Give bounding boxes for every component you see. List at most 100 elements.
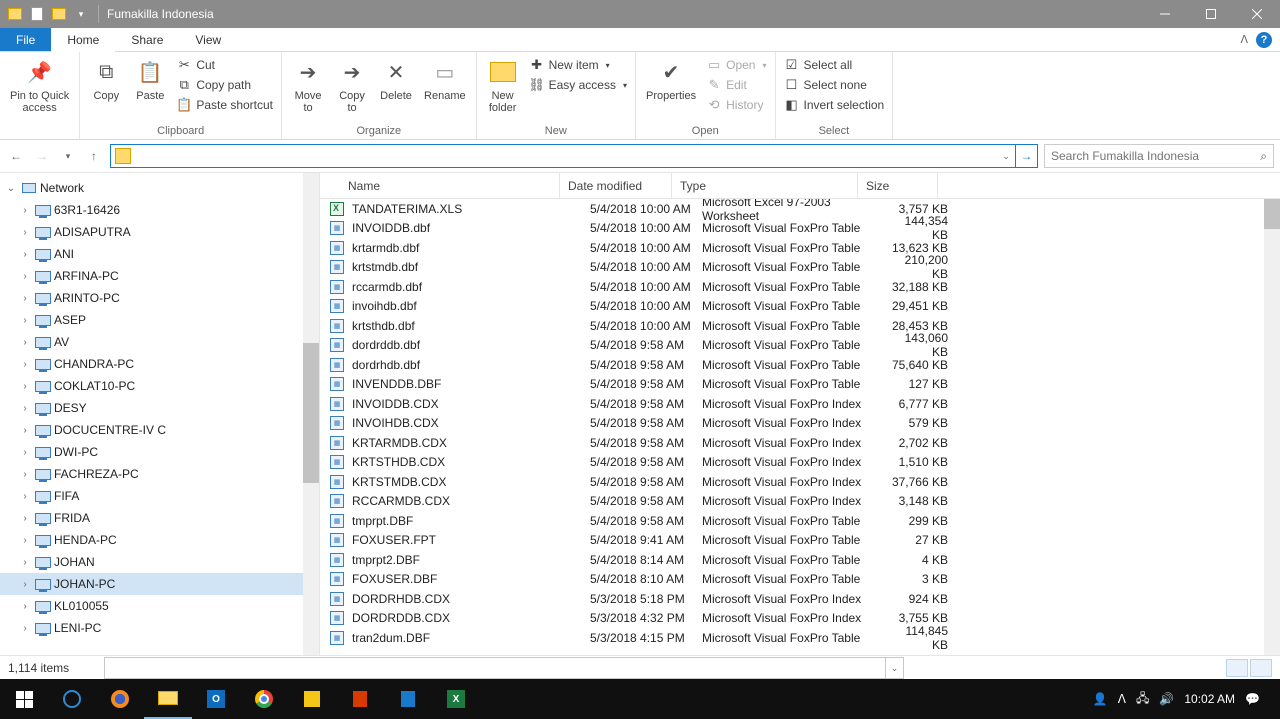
file-explorer-button[interactable] — [144, 679, 192, 719]
history-button[interactable]: ⟲History — [704, 96, 768, 114]
file-row[interactable]: ▦rccarmdb.dbf5/4/2018 10:00 AMMicrosoft … — [320, 277, 1280, 297]
select-none-button[interactable]: ☐Select none — [782, 76, 887, 94]
tree-item[interactable]: ›COKLAT10-PC — [0, 375, 319, 397]
details-view-button[interactable] — [1226, 659, 1248, 677]
tab-file[interactable]: File — [0, 28, 51, 51]
tree-item[interactable]: ›DWI-PC — [0, 441, 319, 463]
close-button[interactable] — [1234, 0, 1280, 28]
go-button[interactable]: → — [1015, 145, 1037, 167]
network-tray-icon[interactable]: 🖧 — [1136, 689, 1149, 710]
outlook-button[interactable]: O — [192, 679, 240, 719]
copy-button[interactable]: ⧉Copy — [86, 54, 126, 104]
search-box[interactable]: ⌕ — [1044, 144, 1274, 168]
file-row[interactable]: ▦KRTSTMDB.CDX5/4/2018 9:58 AMMicrosoft V… — [320, 472, 1280, 492]
delete-button[interactable]: ✕Delete — [376, 54, 416, 104]
chevron-down-icon[interactable]: ⌄ — [885, 658, 903, 678]
pin-to-quick-access-button[interactable]: 📌Pin to Quick access — [6, 54, 73, 116]
tab-home[interactable]: Home — [51, 29, 115, 52]
file-row[interactable]: ▦RCCARMDB.CDX5/4/2018 9:58 AMMicrosoft V… — [320, 492, 1280, 512]
file-row[interactable]: ▦krtstmdb.dbf5/4/2018 10:00 AMMicrosoft … — [320, 258, 1280, 278]
file-row[interactable]: ▦INVOIDDB.CDX5/4/2018 9:58 AMMicrosoft V… — [320, 394, 1280, 414]
file-row[interactable]: ▦KRTSTHDB.CDX5/4/2018 9:58 AMMicrosoft V… — [320, 453, 1280, 473]
volume-icon[interactable]: 🔊 — [1159, 692, 1174, 706]
edge-button[interactable] — [48, 679, 96, 719]
forward-button[interactable]: → — [32, 146, 52, 166]
file-row[interactable]: ▦krtsthdb.dbf5/4/2018 10:00 AMMicrosoft … — [320, 316, 1280, 336]
tree-item[interactable]: ›ANI — [0, 243, 319, 265]
tree-item[interactable]: ›FACHREZA-PC — [0, 463, 319, 485]
file-row[interactable]: ▦INVOIHDB.CDX5/4/2018 9:58 AMMicrosoft V… — [320, 414, 1280, 434]
filelist-scrollbar[interactable] — [1264, 199, 1280, 655]
move-to-button[interactable]: ➔Move to — [288, 54, 328, 116]
back-button[interactable]: ← — [6, 146, 26, 166]
start-button[interactable] — [0, 679, 48, 719]
address-dropdown-icon[interactable]: ⌄ — [997, 151, 1015, 162]
tree-item[interactable]: ›HENDA-PC — [0, 529, 319, 551]
maximize-button[interactable] — [1188, 0, 1234, 28]
tree-item[interactable]: ›JOHAN — [0, 551, 319, 573]
paste-button[interactable]: 📋Paste — [130, 54, 170, 104]
tree-item[interactable]: ›LENI-PC — [0, 617, 319, 639]
app-button-3[interactable] — [384, 679, 432, 719]
qat-properties-icon[interactable] — [28, 5, 46, 23]
file-row[interactable]: ▦INVOIDDB.dbf5/4/2018 10:00 AMMicrosoft … — [320, 219, 1280, 239]
search-input[interactable] — [1051, 149, 1241, 163]
paste-shortcut-button[interactable]: 📋Paste shortcut — [174, 96, 275, 114]
up-button[interactable]: ↑ — [84, 146, 104, 166]
invert-selection-button[interactable]: ◧Invert selection — [782, 96, 887, 114]
file-row[interactable]: ▦tran2dum.DBF5/3/2018 4:15 PMMicrosoft V… — [320, 628, 1280, 648]
thumbnails-view-button[interactable] — [1250, 659, 1272, 677]
file-row[interactable]: ▦DORDRHDB.CDX5/3/2018 5:18 PMMicrosoft V… — [320, 589, 1280, 609]
file-row[interactable]: ▦dordrhdb.dbf5/4/2018 9:58 AMMicrosoft V… — [320, 355, 1280, 375]
tree-item[interactable]: ›DOCUCENTRE-IV C — [0, 419, 319, 441]
new-item-button[interactable]: ✚New item▾ — [527, 56, 629, 74]
tab-share[interactable]: Share — [115, 28, 179, 51]
app-button-2[interactable] — [336, 679, 384, 719]
column-name[interactable]: Name — [320, 173, 560, 198]
people-icon[interactable]: 👤 — [1093, 692, 1108, 706]
tab-view[interactable]: View — [179, 28, 237, 51]
tray-expand-icon[interactable]: ᐱ — [1118, 692, 1126, 706]
column-date[interactable]: Date modified — [560, 173, 672, 198]
open-button[interactable]: ▭Open▾ — [704, 56, 768, 74]
minimize-button[interactable] — [1142, 0, 1188, 28]
tree-item[interactable]: ›DESY — [0, 397, 319, 419]
collapse-ribbon-icon[interactable]: ᐱ — [1240, 33, 1248, 46]
firefox-button[interactable] — [96, 679, 144, 719]
tree-item[interactable]: ›CHANDRA-PC — [0, 353, 319, 375]
copy-path-button[interactable]: ⧉Copy path — [174, 76, 275, 94]
tree-item[interactable]: ›AV — [0, 331, 319, 353]
tree-item[interactable]: ›ASEP — [0, 309, 319, 331]
cut-button[interactable]: ✂Cut — [174, 56, 275, 74]
file-row[interactable]: ▦tmprpt2.DBF5/4/2018 8:14 AMMicrosoft Vi… — [320, 550, 1280, 570]
file-row[interactable]: TANDATERIMA.XLS5/4/2018 10:00 AMMicrosof… — [320, 199, 1280, 219]
file-row[interactable]: ▦KRTARMDB.CDX5/4/2018 9:58 AMMicrosoft V… — [320, 433, 1280, 453]
tree-item[interactable]: ›FRIDA — [0, 507, 319, 529]
tree-item[interactable]: ›JOHAN-PC — [0, 573, 319, 595]
excel-button[interactable]: X — [432, 679, 480, 719]
properties-button[interactable]: ✔Properties — [642, 54, 700, 104]
file-row[interactable]: ▦dordrddb.dbf5/4/2018 9:58 AMMicrosoft V… — [320, 336, 1280, 356]
tree-root-network[interactable]: ⌄Network — [0, 177, 319, 199]
rename-button[interactable]: ▭Rename — [420, 54, 470, 104]
file-row[interactable]: ▦invoihdb.dbf5/4/2018 10:00 AMMicrosoft … — [320, 297, 1280, 317]
dropdown-bar[interactable]: ⌄ — [104, 657, 904, 679]
tree-item[interactable]: ›KL010055 — [0, 595, 319, 617]
column-size[interactable]: Size — [858, 173, 938, 198]
file-row[interactable]: ▦DORDRDDB.CDX5/3/2018 4:32 PMMicrosoft V… — [320, 609, 1280, 629]
qat-dropdown-icon[interactable]: ▾ — [72, 5, 90, 23]
select-all-button[interactable]: ☑Select all — [782, 56, 887, 74]
easy-access-button[interactable]: ⛓Easy access▾ — [527, 76, 629, 94]
chrome-button[interactable] — [240, 679, 288, 719]
app-button-1[interactable] — [288, 679, 336, 719]
file-row[interactable]: ▦FOXUSER.DBF5/4/2018 8:10 AMMicrosoft Vi… — [320, 570, 1280, 590]
tree-item[interactable]: ›FIFA — [0, 485, 319, 507]
file-row[interactable]: ▦krtarmdb.dbf5/4/2018 10:00 AMMicrosoft … — [320, 238, 1280, 258]
help-icon[interactable]: ? — [1256, 32, 1272, 48]
file-row[interactable]: ▦INVENDDB.DBF5/4/2018 9:58 AMMicrosoft V… — [320, 375, 1280, 395]
copy-to-button[interactable]: ➔Copy to — [332, 54, 372, 116]
file-row[interactable]: ▦tmprpt.DBF5/4/2018 9:58 AMMicrosoft Vis… — [320, 511, 1280, 531]
sidebar-scrollbar[interactable] — [303, 173, 319, 655]
tree-item[interactable]: ›ADISAPUTRA — [0, 221, 319, 243]
qat-newfolder-icon[interactable] — [50, 5, 68, 23]
